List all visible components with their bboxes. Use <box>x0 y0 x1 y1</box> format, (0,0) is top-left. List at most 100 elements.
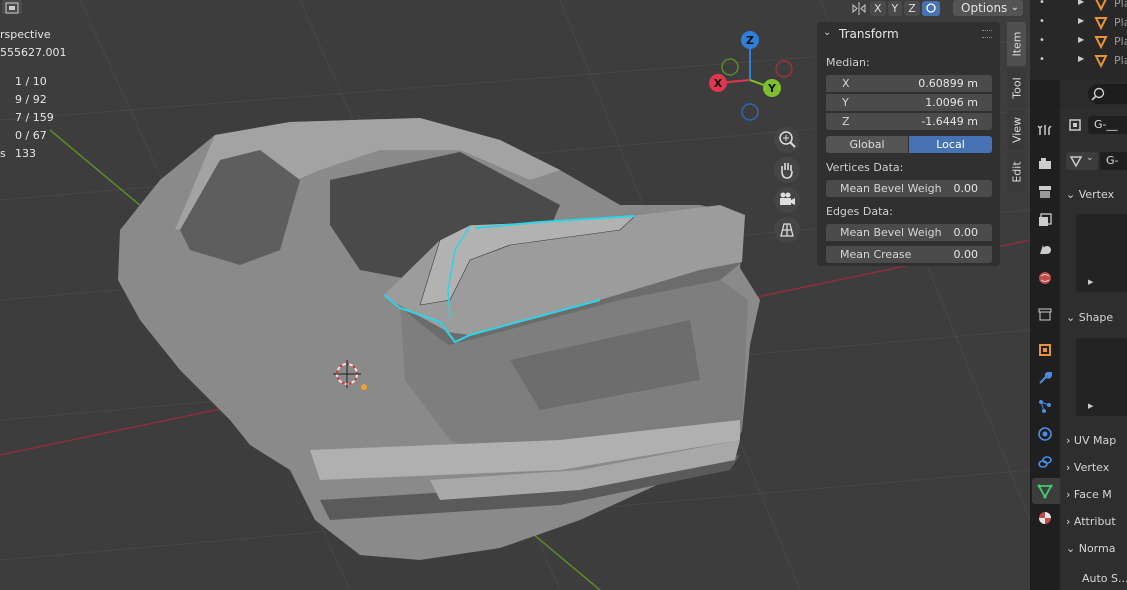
panel-chevron-icon[interactable]: ⌄ <box>823 27 831 38</box>
navigation-gizmo[interactable]: Z Y X <box>700 25 810 125</box>
chevron-down-icon: ⌄ <box>1066 311 1079 324</box>
material-icon[interactable] <box>1037 510 1053 526</box>
object-name: 555627.001 <box>0 46 67 59</box>
editor-type-icon[interactable] <box>2 0 22 14</box>
local-toggle[interactable]: Local <box>909 136 992 153</box>
drag-handle-icon[interactable] <box>982 30 992 38</box>
render-icon[interactable] <box>1037 156 1053 172</box>
mesh-name-field[interactable]: G-__ <box>1100 152 1127 170</box>
median-z-value: -1.6449 m <box>921 115 978 128</box>
output-icon[interactable] <box>1037 184 1053 200</box>
world-icon[interactable] <box>1037 270 1053 286</box>
tab-edit[interactable]: Edit <box>1007 152 1026 192</box>
hand-icon[interactable] <box>774 157 800 183</box>
section-uv-maps[interactable]: › UV Map <box>1066 434 1116 447</box>
expand-arrow-icon[interactable]: ▶ <box>1088 278 1093 286</box>
view-layer-icon[interactable] <box>1037 212 1053 228</box>
camera-icon[interactable] <box>774 187 800 213</box>
auto-smooth-checkbox[interactable]: Auto S... <box>1082 572 1127 585</box>
section-vertex-colors[interactable]: › Vertex <box>1066 461 1109 474</box>
properties-header <box>1060 80 1127 108</box>
outliner-row[interactable]: • ▶ Pla <box>1030 32 1127 51</box>
tab-view[interactable]: View <box>1007 110 1026 150</box>
chevron-right-icon: › <box>1066 461 1074 474</box>
view-name: rspective <box>0 28 51 41</box>
outliner[interactable]: • ▶ Pla • ▶ Pla • ▶ Pla • ▶ Pla <box>1030 0 1127 80</box>
mirror-z-toggle[interactable]: Z <box>904 0 920 16</box>
expand-arrow-icon[interactable]: ▶ <box>1078 35 1084 44</box>
right-editors: • ▶ Pla • ▶ Pla • ▶ Pla • ▶ Pla <box>1030 0 1127 590</box>
section-label: Norma <box>1078 542 1116 555</box>
3d-viewport[interactable]: rspective 555627.001 s 1 / 10 9 / 92 7 /… <box>0 0 1030 590</box>
modifier-wrench-icon[interactable] <box>1037 370 1053 386</box>
options-dropdown[interactable]: Options ⌄ <box>953 0 1023 16</box>
edge-crease-field[interactable]: Mean Crease 0.00 <box>826 246 992 263</box>
section-normals[interactable]: ⌄ Norma <box>1066 542 1115 555</box>
section-label: Shape <box>1078 311 1114 324</box>
search-input[interactable] <box>1088 84 1127 104</box>
collection-icon[interactable] <box>1037 306 1053 322</box>
median-x-axis: X <box>842 77 850 90</box>
stat-value: 0 / 67 <box>15 129 47 142</box>
vertex-groups-list[interactable]: ▶ <box>1076 214 1127 292</box>
mirror-icon[interactable] <box>850 1 868 16</box>
gizmo-z-label: Z <box>746 34 754 47</box>
section-label: UV Map <box>1073 434 1117 447</box>
median-x-field[interactable]: X 0.60899 m <box>826 75 992 92</box>
outliner-row[interactable]: • ▶ Pla <box>1030 13 1127 32</box>
outliner-row[interactable]: • ▶ Pla <box>1030 51 1127 70</box>
median-y-field[interactable]: Y 1.0096 m <box>826 94 992 111</box>
tab-item-label: Item <box>1010 31 1023 57</box>
section-label: Face M <box>1073 488 1112 501</box>
expand-arrow-icon[interactable]: ▶ <box>1078 0 1084 6</box>
expand-arrow-icon[interactable]: ▶ <box>1088 402 1093 410</box>
tool-icon[interactable] <box>1037 122 1053 138</box>
particles-icon[interactable] <box>1037 398 1053 414</box>
object-icon[interactable] <box>1037 342 1053 358</box>
section-shape-keys[interactable]: ⌄ Shape <box>1066 311 1113 324</box>
edge-crease-value: 0.00 <box>953 248 979 261</box>
chevron-right-icon: › <box>1066 488 1074 501</box>
median-y-value: 1.0096 m <box>925 96 978 109</box>
scene-icon[interactable] <box>1037 240 1053 256</box>
auto-merge-icon[interactable] <box>921 0 940 16</box>
section-vertex-groups[interactable]: ⌄ Vertex <box>1066 188 1114 201</box>
grid-icon[interactable] <box>774 217 800 243</box>
vertex-bevel-field[interactable]: Mean Bevel Weigh 0.00 <box>826 180 992 197</box>
global-toggle[interactable]: Global <box>826 136 908 153</box>
options-label: Options <box>961 1 1008 15</box>
edge-bevel-field[interactable]: Mean Bevel Weigh 0.00 <box>826 224 992 241</box>
mesh-data-icon <box>1069 156 1083 168</box>
chevron-down-icon: ⌄ <box>1010 2 1019 13</box>
shape-keys-list[interactable]: ▶ <box>1076 338 1127 416</box>
mesh-browse-button[interactable]: ⌄ <box>1066 152 1098 170</box>
expand-arrow-icon[interactable]: ▶ <box>1078 16 1084 25</box>
gizmo-x-label: X <box>714 77 723 90</box>
properties-panel: G-__ ⌄ G-__ ⌄ Vertex ▶ ⌄ Shape ▶ › UV Ma… <box>1060 108 1127 590</box>
vertex-bevel-value: 0.00 <box>953 182 979 195</box>
outliner-row[interactable]: • ▶ Pla <box>1030 0 1127 13</box>
gizmo-y-label: Y <box>767 82 777 95</box>
mirror-y-toggle[interactable]: Y <box>887 0 903 16</box>
section-label: Vertex <box>1073 461 1110 474</box>
tab-edit-label: Edit <box>1010 161 1023 183</box>
properties-tab-bar <box>1030 80 1060 590</box>
outliner-item-label: Pla <box>1114 54 1127 67</box>
edge-crease-label: Mean Crease <box>840 248 912 261</box>
median-x-value: 0.60899 m <box>918 77 978 90</box>
zoom-icon[interactable] <box>774 127 800 153</box>
constraints-icon[interactable] <box>1037 454 1053 470</box>
physics-icon[interactable] <box>1037 426 1053 442</box>
tab-item[interactable]: Item <box>1007 22 1026 66</box>
expand-arrow-icon[interactable]: ▶ <box>1078 54 1084 63</box>
chevron-down-icon: ⌄ <box>1066 542 1079 555</box>
mirror-x-toggle[interactable]: X <box>870 0 886 16</box>
viewport-header: X Y Z <box>850 0 940 16</box>
median-z-field[interactable]: Z -1.6449 m <box>826 113 992 130</box>
mesh-data-tab[interactable] <box>1032 478 1060 504</box>
tab-tool[interactable]: Tool <box>1007 68 1026 108</box>
section-attributes[interactable]: › Attribut <box>1066 515 1116 528</box>
section-face-maps[interactable]: › Face M <box>1066 488 1112 501</box>
object-name-field[interactable]: G-__ <box>1088 116 1127 134</box>
section-label: Vertex <box>1078 188 1115 201</box>
